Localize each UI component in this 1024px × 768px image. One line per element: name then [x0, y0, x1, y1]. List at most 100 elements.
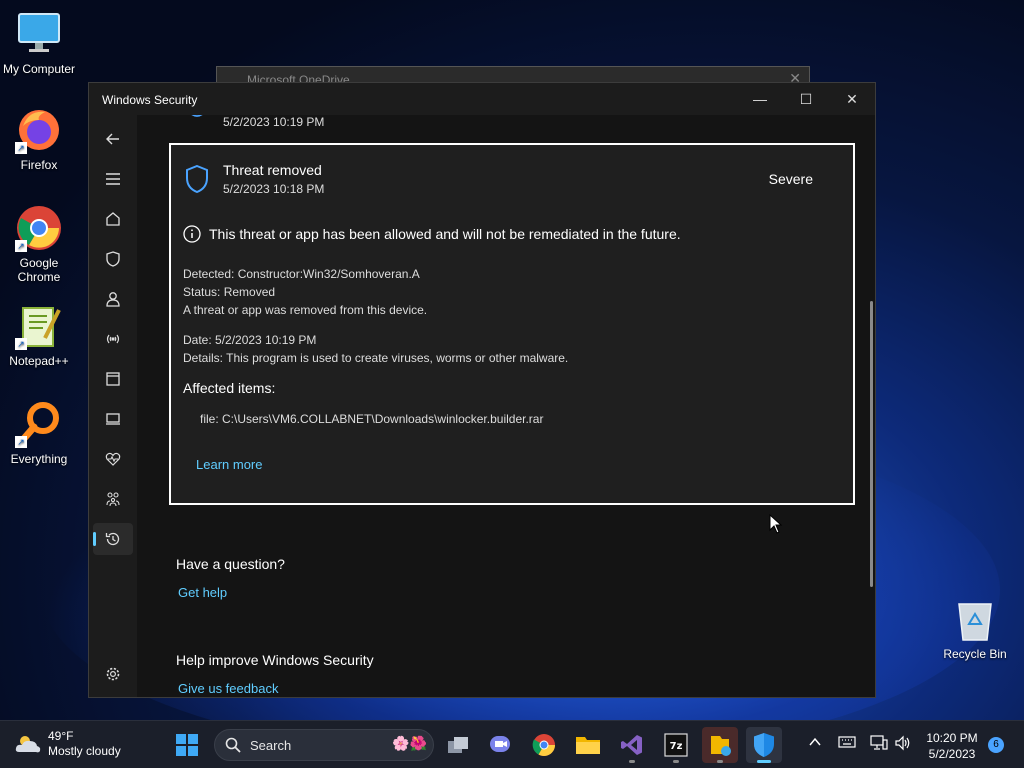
account-icon	[106, 292, 120, 307]
date-line: Date: 5/2/2023 10:19 PM	[183, 333, 317, 347]
taskbar-clock[interactable]: 10:20 PM 5/2/2023	[924, 730, 980, 762]
threat-card[interactable]: Threat removed 5/2/2023 10:18 PM Severe …	[169, 143, 855, 505]
taskbar-task-view[interactable]	[440, 727, 476, 763]
detected-line: Detected: Constructor:Win32/Somhoveran.A	[183, 267, 420, 281]
network-icon	[106, 334, 120, 344]
weather-desc: Mostly cloudy	[48, 744, 121, 758]
windows-icon	[176, 734, 198, 756]
chat-icon	[490, 736, 510, 752]
desktop-icon-label: My Computer	[2, 62, 76, 76]
nav-device-security[interactable]	[93, 403, 133, 435]
taskbar-chrome[interactable]	[526, 727, 562, 763]
nav-home[interactable]	[93, 203, 133, 235]
severity-label: Severe	[768, 171, 813, 187]
maximize-button[interactable]: ☐	[783, 83, 829, 115]
visual-studio-icon	[621, 735, 642, 755]
taskbar-visual-studio[interactable]	[614, 727, 650, 763]
scrollbar[interactable]	[870, 301, 873, 587]
recycle-bin-label: Recycle Bin	[943, 647, 1007, 661]
everything-icon: ↗	[15, 400, 63, 448]
tray-network[interactable]	[870, 735, 888, 756]
chrome-icon	[532, 734, 555, 756]
menu-button[interactable]	[93, 163, 133, 195]
taskbar-file-explorer[interactable]	[570, 727, 606, 763]
taskbar-search[interactable]: Search 🌸🌺	[214, 729, 434, 761]
search-highlight-icon: 🌸🌺	[392, 735, 427, 751]
nav-app-browser-control[interactable]	[93, 363, 133, 395]
desktop-icon-firefox[interactable]: ↗ Firefox	[1, 106, 77, 172]
start-button[interactable]	[175, 733, 199, 762]
learn-more-link[interactable]: Learn more	[196, 457, 262, 472]
desktop-icon-recycle-bin[interactable]: Recycle Bin	[940, 596, 1010, 661]
keyboard-icon	[838, 736, 856, 748]
improve-heading: Help improve Windows Security	[176, 652, 374, 668]
weather-temp: 49°F	[48, 729, 74, 743]
info-icon	[183, 225, 201, 243]
nav-settings[interactable]	[93, 658, 133, 690]
history-icon	[105, 532, 120, 546]
desktop-icon-label: Firefox	[20, 158, 58, 172]
desktop-icon-notepadpp[interactable]: ↗ Notepad++	[1, 302, 77, 368]
content-pane[interactable]: 5/2/2023 10:19 PM Threat removed 5/2/202…	[137, 115, 875, 697]
app-browser-icon	[106, 372, 120, 386]
back-icon	[106, 133, 119, 145]
nav-account-protection[interactable]	[93, 283, 133, 315]
weather-widget[interactable]: 49°F Mostly cloudy	[14, 729, 121, 759]
task-view-icon	[448, 737, 468, 753]
status-description: A threat or app was removed from this de…	[183, 303, 428, 317]
nav-family-options[interactable]	[93, 483, 133, 515]
feedback-link[interactable]: Give us feedback	[178, 681, 278, 696]
shield-icon	[186, 165, 208, 193]
taskbar: 49°F Mostly cloudy Search 🌸🌺 7z 10:20 PM…	[0, 720, 1024, 768]
taskbar-teams[interactable]	[482, 727, 518, 763]
close-button[interactable]: ✕	[829, 83, 875, 115]
tray-keyboard[interactable]	[838, 735, 856, 754]
taskbar-file-manager[interactable]	[702, 727, 738, 763]
back-button[interactable]	[93, 123, 133, 155]
affected-items-heading: Affected items:	[183, 380, 276, 396]
7zip-icon: 7z	[664, 733, 688, 757]
desktop-icon-chrome[interactable]: ↗ Google Chrome	[1, 204, 77, 284]
settings-icon	[106, 667, 120, 681]
shield-icon	[191, 115, 203, 117]
notification-badge[interactable]: 6	[988, 737, 1004, 753]
tray-volume[interactable]	[894, 735, 912, 756]
search-placeholder: Search	[250, 738, 292, 753]
clock-date: 5/2/2023	[928, 747, 976, 761]
home-icon	[106, 212, 120, 226]
status-line: Status: Removed	[183, 285, 276, 299]
taskbar-7zip[interactable]: 7z	[658, 727, 694, 763]
shortcut-arrow-icon: ↗	[15, 436, 27, 448]
get-help-link[interactable]: Get help	[178, 585, 227, 600]
search-icon	[225, 737, 241, 753]
nav-firewall[interactable]	[93, 323, 133, 355]
threat-title: Threat removed	[223, 162, 322, 178]
minimize-button[interactable]: —	[737, 83, 783, 115]
network-monitor-icon	[870, 735, 888, 750]
nav-device-health[interactable]	[93, 443, 133, 475]
family-icon	[106, 492, 120, 507]
details-line: Details: This program is used to create …	[183, 351, 569, 365]
menu-icon	[106, 173, 120, 185]
taskbar-windows-security[interactable]	[746, 727, 782, 763]
title-bar[interactable]: Windows Security — ☐ ✕	[89, 83, 875, 115]
nav-virus-protection[interactable]	[93, 243, 133, 275]
chevron-up-icon	[809, 737, 821, 746]
chrome-icon: ↗	[15, 204, 63, 252]
desktop-icon-everything[interactable]: ↗ Everything	[1, 400, 77, 466]
desktop-icon-my-computer[interactable]: My Computer	[1, 10, 77, 76]
firefox-icon: ↗	[15, 106, 63, 154]
clock-time: 10:20 PM	[926, 731, 978, 745]
svg-text:7z: 7z	[670, 741, 683, 752]
nav-protection-history[interactable]	[93, 523, 133, 555]
affected-file: file: C:\Users\VM6.COLLABNET\Downloads\w…	[200, 412, 544, 426]
notepadpp-icon: ↗	[15, 302, 63, 350]
device-icon	[106, 413, 120, 425]
window-title: Windows Security	[102, 93, 198, 107]
previous-item-date: 5/2/2023 10:19 PM	[223, 115, 325, 129]
shortcut-arrow-icon: ↗	[15, 240, 27, 252]
tray-overflow-chevron[interactable]	[808, 735, 822, 754]
recycle-bin-icon	[958, 603, 992, 641]
volume-icon	[895, 735, 910, 751]
windows-security-window[interactable]: Windows Security — ☐ ✕ 5/2/2023 10:19 PM…	[88, 82, 876, 698]
